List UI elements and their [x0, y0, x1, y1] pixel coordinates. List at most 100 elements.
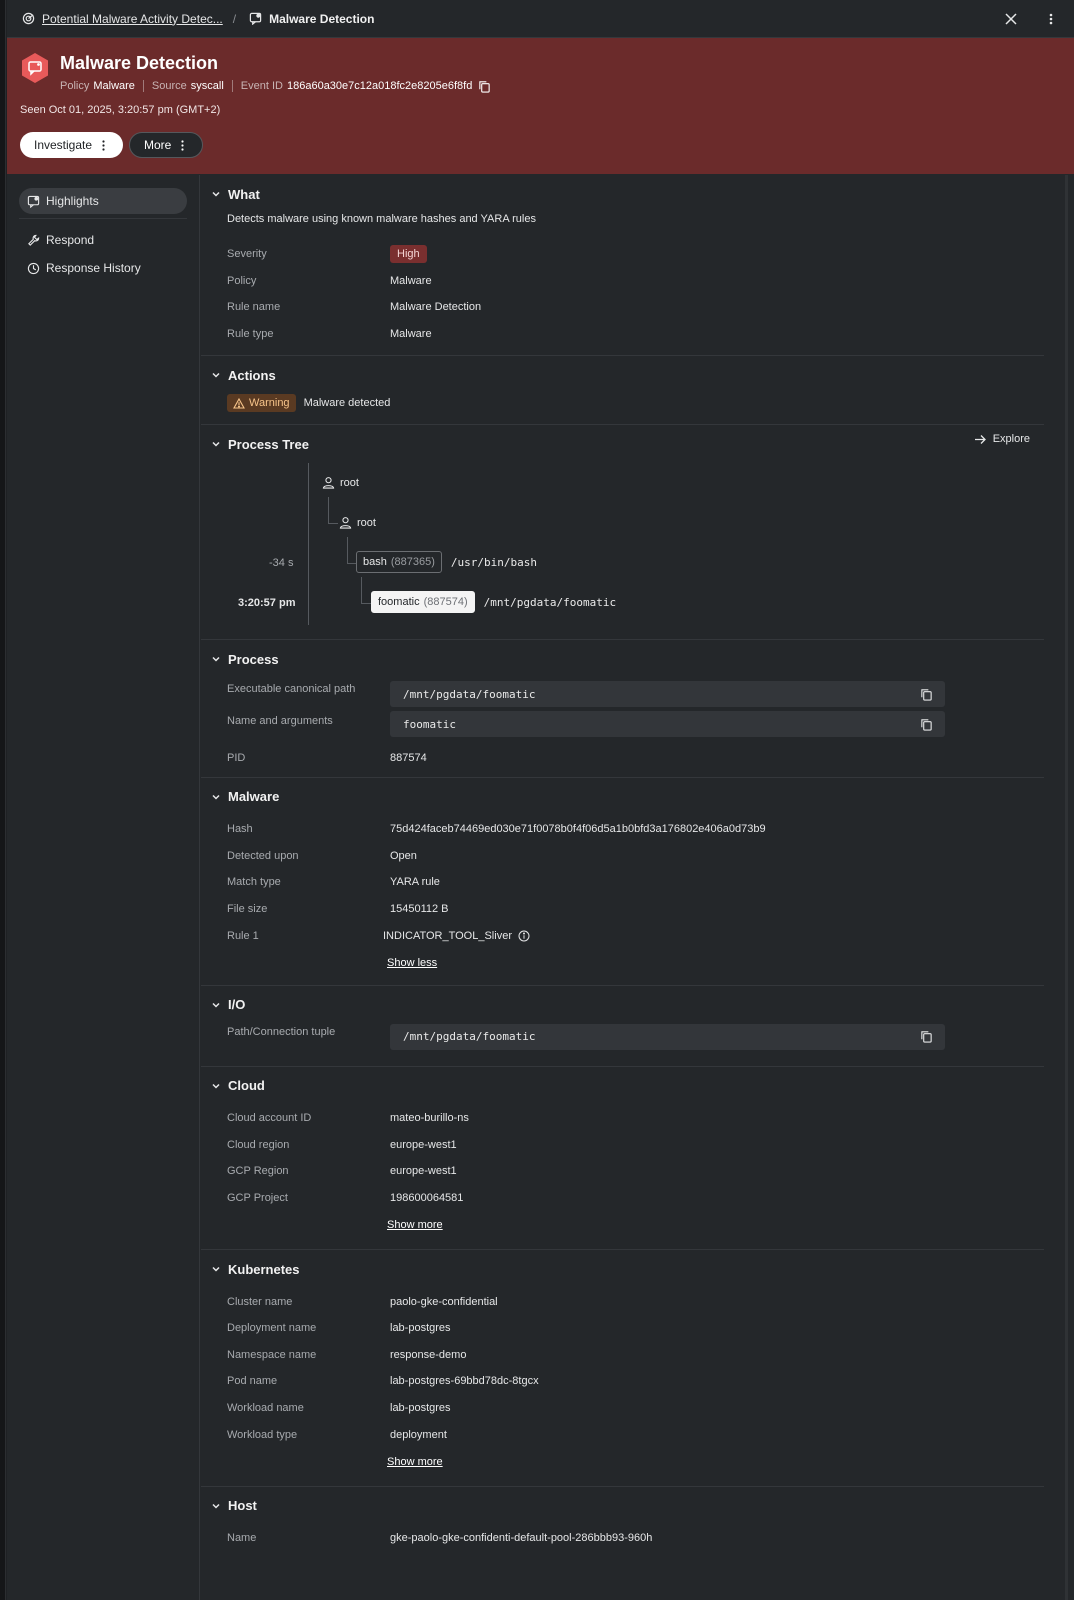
row-value: europe-west1 — [390, 1138, 457, 1151]
row-label: Match type — [227, 876, 281, 889]
process-pid: (887574) — [423, 596, 468, 609]
main-content: What Detects malware using known malware… — [201, 175, 1074, 1600]
section-header-malware[interactable]: Malware — [211, 778, 1044, 816]
detail-row: Executable canonical path /mnt/pgdata/fo… — [211, 678, 1044, 711]
kebab-icon — [102, 139, 105, 151]
copy-icon — [921, 1031, 932, 1044]
detail-row: Rule name Malware Detection — [211, 294, 1044, 321]
detail-row: Name and arguments foomatic — [211, 711, 1044, 744]
row-label: Detected upon — [227, 849, 299, 862]
user-label: root — [357, 516, 376, 529]
show-more-link[interactable]: Show more — [211, 1219, 1044, 1231]
section-header-kubernetes[interactable]: Kubernetes — [211, 1250, 1044, 1288]
sidebar-nav: Highlights Respond Response History — [7, 175, 200, 1600]
sidebar-divider — [19, 218, 187, 219]
timeline-axis — [308, 463, 309, 626]
process-node-foomatic[interactable]: foomatic (887574) /mnt/pgdata/foomatic — [371, 591, 617, 614]
section-title: Process — [228, 651, 279, 667]
section-malware: Malware Hash 75d424faceb74469ed030e71f00… — [201, 778, 1044, 986]
arrow-right-icon — [974, 434, 986, 444]
process-node-bash[interactable]: bash (887365) /usr/bin/bash — [356, 551, 537, 574]
row-value: 887574 — [390, 751, 427, 764]
section-header-process[interactable]: Process — [211, 640, 1044, 678]
section-header-host[interactable]: Host — [211, 1487, 1044, 1525]
policy-value: Malware — [93, 80, 135, 92]
meta-divider — [142, 80, 144, 92]
rule-description: Detects malware using known malware hash… — [227, 213, 536, 225]
row-value: 198600064581 — [390, 1192, 464, 1205]
close-icon[interactable] — [1002, 10, 1020, 28]
sidebar-item-respond[interactable]: Respond — [19, 227, 187, 253]
copy-icon[interactable] — [475, 77, 493, 95]
breadcrumb-parent-link[interactable]: Potential Malware Activity Detec... — [42, 12, 223, 26]
chevron-down-icon — [212, 1267, 220, 1272]
section-title: Process Tree — [228, 436, 309, 452]
sidebar-item-response-history[interactable]: Response History — [19, 255, 187, 281]
section-process-tree: Process Tree Explore root root -34 s 3:2… — [201, 425, 1044, 641]
section-title: Kubernetes — [228, 1261, 300, 1277]
code-value: foomatic — [403, 717, 456, 731]
row-label: File size — [227, 903, 268, 916]
detail-row: Severity High — [211, 241, 1044, 268]
row-value: Malware — [390, 274, 432, 287]
section-process: Process Executable canonical path /mnt/p… — [201, 640, 1044, 778]
row-label: Pod name — [227, 1375, 278, 1388]
more-button[interactable]: More — [129, 132, 203, 158]
row-value: 75d424faceb74469ed030e71f0078b0f4f06d5a1… — [390, 823, 766, 836]
row-label: Cloud account ID — [227, 1112, 312, 1125]
sidebar-item-highlights[interactable]: Highlights — [19, 188, 187, 214]
process-box-selected[interactable]: foomatic (887574) — [371, 591, 475, 614]
detail-row: Cloud account ID mateo-burillo-ns — [211, 1105, 1044, 1132]
process-name: foomatic — [378, 596, 420, 609]
tree-user-node[interactable]: root — [322, 476, 359, 489]
row-value: europe-west1 — [390, 1165, 457, 1178]
source-value: syscall — [190, 80, 224, 92]
row-value: lab-postgres — [390, 1322, 451, 1335]
highlights-icon — [27, 195, 40, 208]
show-more-link[interactable]: Show more — [211, 1456, 1044, 1468]
row-label: GCP Region — [227, 1165, 289, 1178]
alert-bubble-icon — [246, 10, 264, 28]
section-header-actions[interactable]: Actions — [211, 356, 1044, 394]
chevron-down-icon — [212, 191, 220, 197]
breadcrumb-separator: / — [232, 11, 237, 26]
tree-user-node[interactable]: root — [339, 516, 376, 529]
seen-timestamp: Seen Oct 01, 2025, 3:20:57 pm (GMT+2) — [20, 104, 221, 116]
detail-row: File size 15450112 B — [211, 896, 1044, 923]
event-id-key: Event ID — [240, 80, 283, 92]
row-label: Name and arguments — [227, 715, 333, 728]
section-what: What Detects malware using known malware… — [201, 175, 1044, 357]
scrollbar[interactable] — [1065, 175, 1068, 1600]
detail-row: Cluster name paolo-gke-confidential — [211, 1288, 1044, 1315]
investigate-button[interactable]: Investigate — [20, 132, 123, 158]
detail-row: Workload type deployment — [211, 1421, 1044, 1448]
process-path: /mnt/pgdata/foomatic — [483, 595, 617, 609]
detail-row: PID 887574 — [211, 744, 1044, 771]
kebab-menu-icon[interactable] — [1042, 10, 1060, 28]
section-kubernetes: Kubernetes Cluster name paolo-gke-confid… — [201, 1250, 1044, 1487]
section-header-process-tree[interactable]: Process Tree — [211, 425, 1044, 463]
chevron-down-icon — [212, 1503, 220, 1509]
tree-connector — [328, 497, 329, 524]
section-header-io[interactable]: I/O — [211, 986, 1044, 1024]
sidebar-item-label: Highlights — [46, 194, 99, 208]
row-value: paolo-gke-confidential — [390, 1295, 498, 1308]
row-value: Malware Detection — [390, 301, 482, 314]
show-less-link[interactable]: Show less — [211, 957, 1044, 969]
explore-button[interactable]: Explore — [974, 433, 1030, 445]
event-meta: Policy Malware Source syscall Event ID 1… — [60, 77, 493, 95]
section-header-what[interactable]: What — [211, 175, 1044, 213]
clock-icon — [27, 262, 40, 274]
row-label: Cluster name — [227, 1295, 293, 1308]
action-text: Malware detected — [303, 397, 391, 410]
process-pid: (887365) — [390, 556, 435, 569]
detail-row: Path/Connection tuple /mnt/pgdata/foomat… — [211, 1023, 1044, 1052]
user-label: root — [340, 476, 359, 489]
chevron-down-icon — [212, 442, 220, 447]
section-header-cloud[interactable]: Cloud — [211, 1067, 1044, 1105]
row-label: Policy — [227, 274, 257, 287]
process-tree-view: Explore root root -34 s 3:20:57 pm bash … — [211, 433, 1044, 639]
detail-row: Pod name lab-postgres-69bbd78dc-8tgcx — [211, 1368, 1044, 1395]
process-box[interactable]: bash (887365) — [356, 551, 442, 574]
detail-row: Rule 1 INDICATOR_TOOL_Sliver — [211, 922, 1044, 949]
